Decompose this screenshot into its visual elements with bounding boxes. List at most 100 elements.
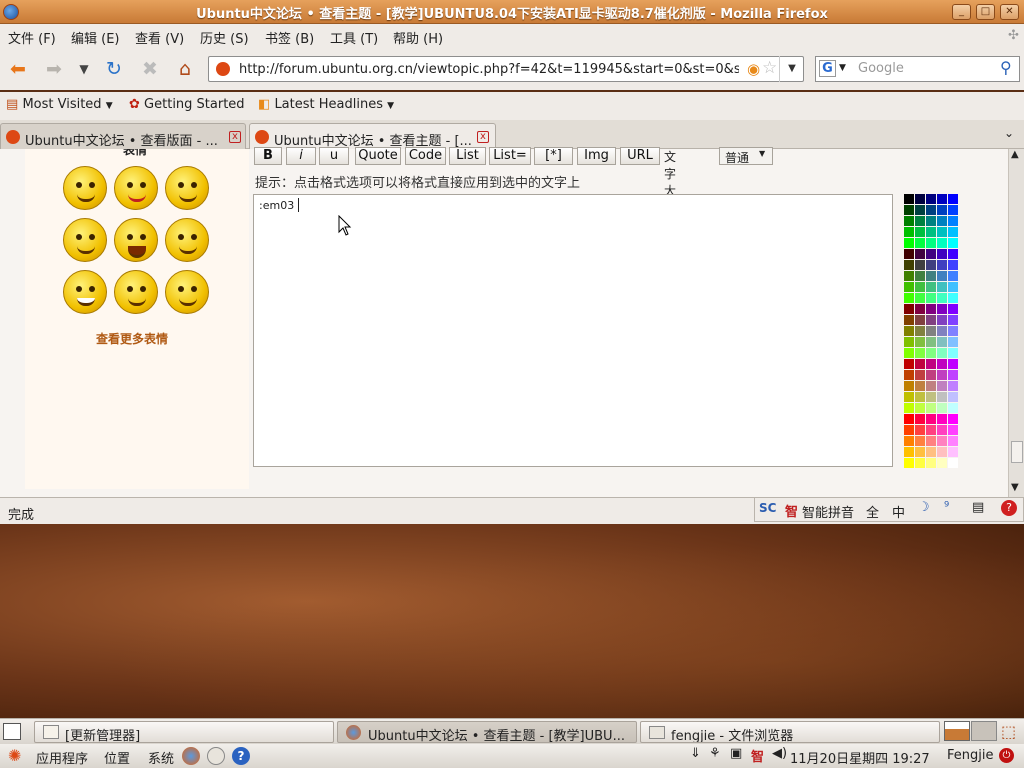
url-bar[interactable]: http://forum.ubuntu.org.cn/viewtopic.php… — [208, 56, 804, 82]
color-swatch[interactable] — [948, 282, 958, 292]
color-swatch[interactable] — [948, 403, 958, 413]
tab-viewforum[interactable]: Ubuntu中文论坛 • 查看版面 - ... x — [0, 123, 246, 149]
color-swatch[interactable] — [937, 414, 947, 424]
color-swatch[interactable] — [937, 315, 947, 325]
color-swatch[interactable] — [915, 447, 925, 457]
color-swatch[interactable] — [915, 425, 925, 435]
color-swatch[interactable] — [926, 348, 936, 358]
color-swatch[interactable] — [915, 414, 925, 424]
color-swatch[interactable] — [926, 260, 936, 270]
code-button[interactable]: Code — [405, 147, 446, 165]
bookmark-getting-started[interactable]: ✿ Getting Started — [129, 97, 245, 112]
color-swatch[interactable] — [915, 194, 925, 204]
maximize-button[interactable]: □ — [976, 4, 995, 20]
color-swatch[interactable] — [948, 337, 958, 347]
mail-launcher-icon[interactable] — [207, 747, 225, 765]
color-swatch[interactable] — [915, 403, 925, 413]
color-swatch[interactable] — [915, 304, 925, 314]
task-firefox[interactable]: Ubuntu中文论坛 • 查看主题 - [教学]UBU... — [337, 721, 637, 743]
color-swatch[interactable] — [948, 447, 958, 457]
menu-edit[interactable]: 编辑 (E) — [71, 28, 120, 47]
color-swatch[interactable] — [915, 227, 925, 237]
tab-viewtopic[interactable]: Ubuntu中文论坛 • 查看主题 - [... x — [249, 123, 496, 149]
color-swatch[interactable] — [926, 326, 936, 336]
bold-button[interactable]: B — [254, 147, 282, 165]
color-swatch[interactable] — [926, 304, 936, 314]
color-swatch[interactable] — [948, 370, 958, 380]
color-swatch[interactable] — [948, 304, 958, 314]
color-swatch[interactable] — [926, 414, 936, 424]
color-swatch[interactable] — [915, 249, 925, 259]
vertical-scrollbar[interactable]: ▲ ▼ — [1008, 149, 1024, 497]
color-swatch[interactable] — [904, 194, 914, 204]
color-swatch[interactable] — [904, 315, 914, 325]
color-swatch[interactable] — [926, 293, 936, 303]
trash-icon[interactable]: ⬚ — [1001, 722, 1016, 741]
color-swatch[interactable] — [948, 315, 958, 325]
forward-icon[interactable]: ➡ — [42, 57, 66, 81]
color-swatch[interactable] — [948, 293, 958, 303]
color-swatch[interactable] — [937, 337, 947, 347]
color-swatch[interactable] — [948, 348, 958, 358]
menu-view[interactable]: 查看 (V) — [135, 28, 184, 47]
list-ordered-button[interactable]: List= — [489, 147, 531, 165]
color-swatch[interactable] — [937, 436, 947, 446]
color-swatch[interactable] — [948, 381, 958, 391]
color-swatch[interactable] — [926, 458, 936, 468]
smiley-grin-icon[interactable] — [63, 270, 107, 314]
bookmark-latest-headlines[interactable]: ◧ Latest Headlines ▼ — [258, 97, 394, 112]
color-swatch[interactable] — [948, 205, 958, 215]
color-swatch[interactable] — [915, 293, 925, 303]
color-swatch[interactable] — [937, 194, 947, 204]
color-swatch[interactable] — [915, 381, 925, 391]
search-bar[interactable]: G ▼ Google ⚲ — [815, 56, 1020, 82]
smiley-smile-icon[interactable] — [63, 166, 107, 210]
color-swatch[interactable] — [915, 205, 925, 215]
show-desktop-icon[interactable] — [3, 723, 21, 740]
list-button[interactable]: List — [449, 147, 486, 165]
color-swatch[interactable] — [904, 425, 914, 435]
color-swatch[interactable] — [926, 315, 936, 325]
more-smilies-link[interactable]: 查看更多表情 — [96, 330, 168, 347]
color-swatch[interactable] — [915, 436, 925, 446]
color-swatch[interactable] — [915, 282, 925, 292]
smiley-tongue-icon[interactable] — [114, 166, 158, 210]
color-swatch[interactable] — [948, 436, 958, 446]
color-swatch[interactable] — [915, 238, 925, 248]
color-swatch[interactable] — [904, 436, 914, 446]
color-swatch[interactable] — [937, 370, 947, 380]
color-swatch[interactable] — [904, 260, 914, 270]
color-swatch[interactable] — [915, 359, 925, 369]
menu-tools[interactable]: 工具 (T) — [330, 28, 378, 47]
color-swatch[interactable] — [904, 293, 914, 303]
color-swatch[interactable] — [937, 458, 947, 468]
color-swatch[interactable] — [926, 436, 936, 446]
smiley-thumbs-up-icon[interactable] — [114, 270, 158, 314]
bookmark-most-visited[interactable]: ▤ Most Visited ▼ — [6, 97, 113, 112]
color-swatch[interactable] — [948, 392, 958, 402]
color-swatch[interactable] — [948, 359, 958, 369]
color-swatch[interactable] — [904, 304, 914, 314]
color-swatch[interactable] — [937, 227, 947, 237]
url-button[interactable]: URL — [620, 147, 660, 165]
menu-history[interactable]: 历史 (S) — [200, 28, 249, 47]
color-swatch[interactable] — [937, 205, 947, 215]
color-swatch[interactable] — [948, 326, 958, 336]
color-swatch[interactable] — [904, 205, 914, 215]
firefox-launcher-icon[interactable] — [182, 747, 200, 765]
color-swatch[interactable] — [904, 238, 914, 248]
color-swatch[interactable] — [926, 403, 936, 413]
menu-help[interactable]: 帮助 (H) — [393, 28, 443, 47]
keyboard-icon[interactable]: ▤ — [972, 500, 984, 515]
color-swatch[interactable] — [904, 458, 914, 468]
color-swatch[interactable] — [937, 249, 947, 259]
url-dropdown-icon[interactable]: ▼ — [779, 56, 804, 82]
color-swatch[interactable] — [937, 425, 947, 435]
color-swatch[interactable] — [926, 249, 936, 259]
color-palette[interactable] — [904, 194, 966, 470]
color-swatch[interactable] — [915, 216, 925, 226]
color-swatch[interactable] — [904, 282, 914, 292]
places-menu[interactable]: 位置 — [104, 748, 130, 767]
close-button[interactable]: ✕ — [1000, 4, 1019, 20]
color-swatch[interactable] — [904, 370, 914, 380]
